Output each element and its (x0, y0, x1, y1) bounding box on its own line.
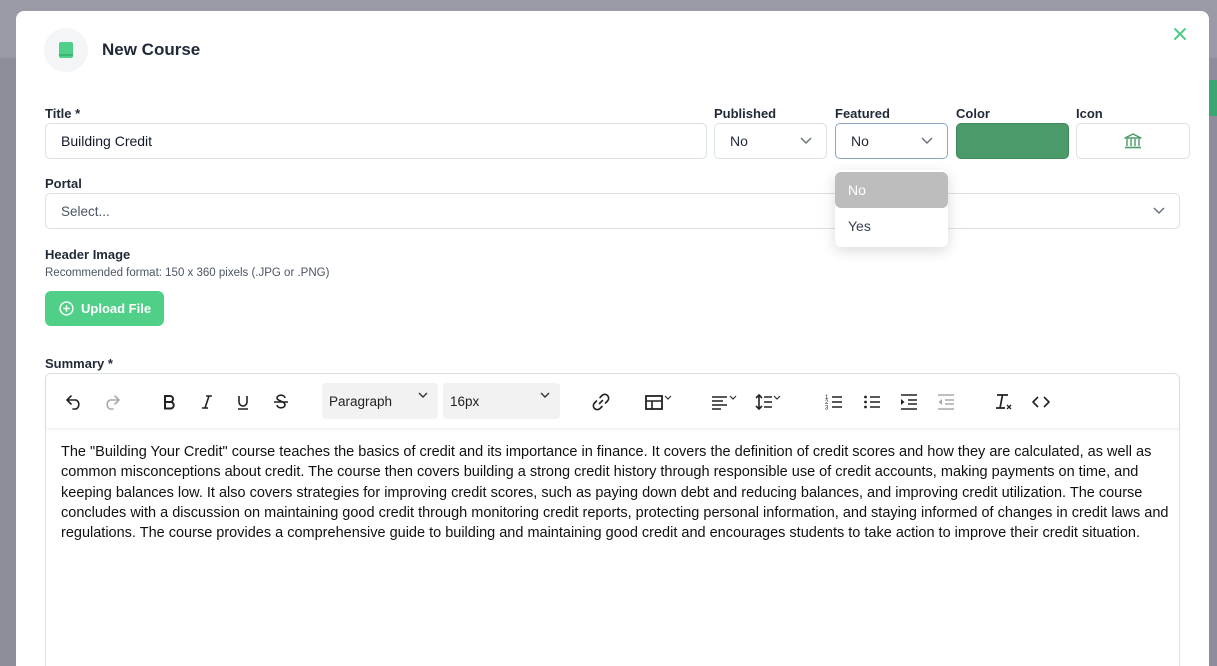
outdent-icon (938, 394, 954, 410)
strikethrough-button[interactable] (270, 391, 292, 413)
bold-button[interactable] (158, 391, 180, 413)
upload-file-button[interactable]: Upload File (45, 291, 164, 326)
chevron-down-icon (540, 392, 550, 398)
code-view-button[interactable] (1030, 391, 1052, 413)
editor-toolbar: Paragraph 16px 123 (46, 374, 1179, 428)
outdent-button[interactable] (935, 391, 957, 413)
strikethrough-icon (274, 394, 288, 409)
header-image-hint: Recommended format: 150 x 360 pixels (.J… (45, 267, 330, 279)
title-input-value: Building Credit (61, 133, 153, 149)
table-button[interactable] (644, 391, 674, 413)
indent-icon (901, 394, 917, 410)
font-size-value: 16px (450, 393, 480, 409)
new-course-modal: New Course Title * Building Credit Publi… (16, 11, 1209, 666)
title-input[interactable]: Building Credit (45, 123, 707, 159)
font-size-select[interactable]: 16px (443, 383, 560, 419)
published-value: No (730, 133, 748, 149)
featured-dropdown-menu: No Yes (835, 170, 948, 247)
ordered-list-button[interactable]: 123 (823, 391, 845, 413)
color-swatch[interactable] (956, 123, 1069, 159)
underline-icon (238, 395, 248, 410)
portal-placeholder: Select... (61, 203, 110, 219)
institution-icon (1124, 133, 1142, 149)
summary-content[interactable]: The "Building Your Credit" course teache… (61, 442, 1171, 543)
summary-editor: Paragraph 16px 123 The "Building Your Cr… (45, 373, 1180, 666)
chevron-down-icon (418, 392, 428, 398)
link-icon (592, 393, 610, 411)
published-label: Published (714, 106, 777, 121)
modal-title: New Course (102, 40, 201, 59)
svg-text:3: 3 (825, 406, 829, 412)
featured-option-yes[interactable]: Yes (835, 208, 948, 244)
redo-icon (106, 395, 120, 410)
indent-button[interactable] (898, 391, 920, 413)
portal-select[interactable]: Select... (45, 193, 1180, 229)
clear-format-icon (996, 394, 1012, 410)
redo-button[interactable] (101, 391, 123, 413)
chevron-down-icon (921, 137, 933, 145)
code-icon (1032, 396, 1050, 408)
clear-format-button[interactable] (993, 391, 1015, 413)
italic-icon (202, 395, 212, 409)
line-height-icon (755, 393, 781, 411)
align-button[interactable] (710, 391, 740, 413)
color-label: Color (956, 106, 990, 121)
book-icon (59, 42, 73, 58)
bold-icon (164, 395, 175, 410)
chevron-down-icon (800, 137, 812, 145)
chevron-down-icon (1153, 207, 1165, 215)
line-height-button[interactable] (754, 391, 784, 413)
italic-button[interactable] (196, 391, 218, 413)
link-button[interactable] (590, 391, 612, 413)
undo-button[interactable] (63, 391, 85, 413)
ordered-list-icon: 123 (825, 395, 842, 412)
featured-label: Featured (835, 106, 890, 121)
bullet-list-button[interactable] (861, 391, 883, 413)
align-icon (712, 395, 737, 410)
header-image-label: Header Image (45, 247, 131, 262)
featured-select[interactable]: No (835, 123, 948, 159)
table-icon (645, 395, 672, 410)
featured-option-no[interactable]: No (835, 172, 948, 208)
icon-label: Icon (1076, 106, 1103, 121)
close-button[interactable] (1169, 23, 1191, 45)
featured-value: No (851, 133, 869, 149)
bullet-list-icon (864, 395, 880, 409)
title-label: Title * (45, 106, 81, 121)
plus-circle-icon (59, 301, 74, 316)
portal-label: Portal (45, 176, 82, 191)
icon-picker[interactable] (1076, 123, 1190, 159)
underline-button[interactable] (232, 391, 254, 413)
upload-file-label: Upload File (81, 301, 152, 316)
block-format-value: Paragraph (329, 393, 393, 409)
block-format-select[interactable]: Paragraph (322, 383, 438, 419)
close-icon (1174, 28, 1186, 40)
summary-label: Summary * (45, 356, 113, 371)
published-select[interactable]: No (714, 123, 827, 159)
undo-icon (66, 395, 80, 410)
modal-header-icon (44, 28, 88, 72)
